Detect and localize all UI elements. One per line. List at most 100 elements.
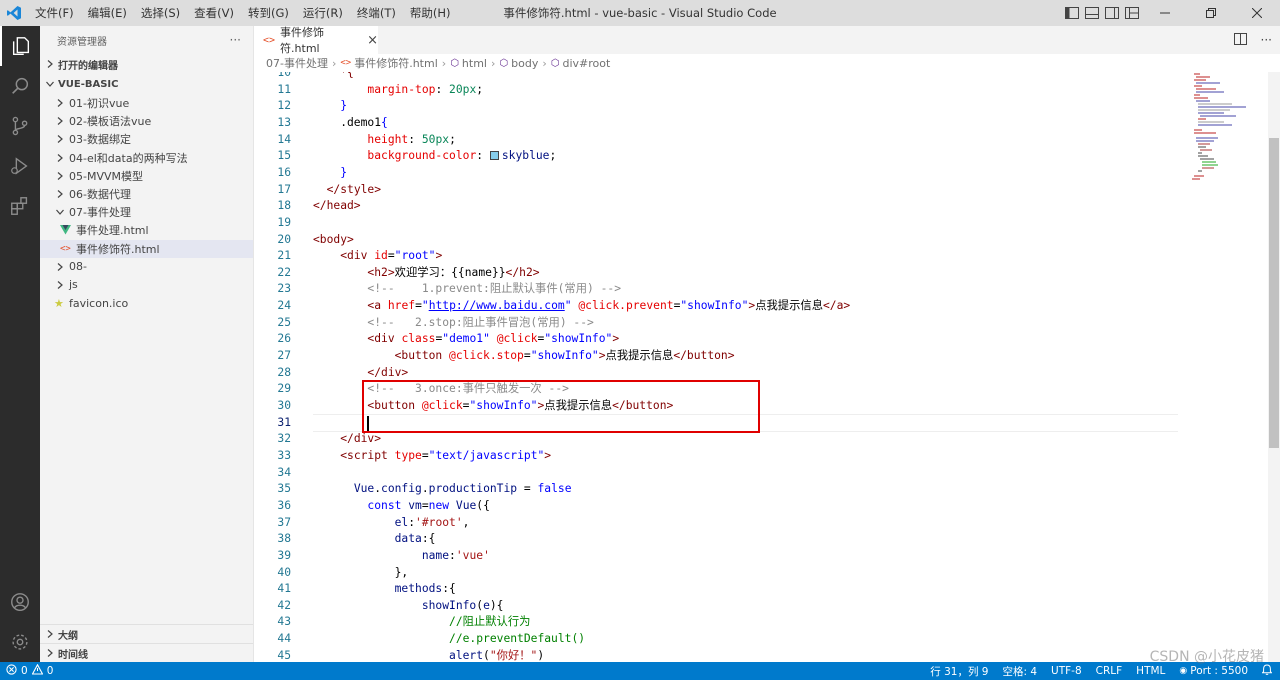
run-debug-icon[interactable] <box>0 146 40 186</box>
tree-item[interactable]: 02-模板语法vue <box>40 112 253 130</box>
tree-item[interactable]: 事件处理.html <box>40 221 253 239</box>
account-icon[interactable] <box>0 582 40 622</box>
menu-item[interactable]: 编辑(E) <box>81 0 134 26</box>
chevron-right-icon <box>44 649 56 657</box>
tree-item[interactable]: <> 事件修饰符.html <box>40 239 253 258</box>
code-text: <button @click.stop="showInfo">点我提示信息</b… <box>394 349 735 363</box>
tree-item[interactable]: 05-MVVM模型 <box>40 167 253 185</box>
live-server-port[interactable]: ◉ Port : 5500 <box>1179 665 1248 677</box>
menu-item[interactable]: 转到(G) <box>241 0 296 26</box>
vertical-scrollbar[interactable] <box>1268 72 1280 662</box>
language-mode[interactable]: HTML <box>1136 665 1165 677</box>
code-line: 32 </div> <box>254 431 1268 448</box>
source-control-icon[interactable] <box>0 106 40 146</box>
explorer-title: 资源管理器 <box>57 36 107 48</box>
close-window-button[interactable] <box>1234 0 1280 26</box>
breadcrumb-item[interactable]: 事件修饰符.html <box>354 55 438 71</box>
project-label: VUE-BASIC <box>58 78 119 90</box>
search-icon[interactable] <box>0 66 40 106</box>
menu-item[interactable]: 终端(T) <box>350 0 403 26</box>
menu-item[interactable]: 文件(F) <box>28 0 81 26</box>
restore-button[interactable] <box>1188 0 1234 26</box>
split-editor-icon[interactable] <box>1233 32 1247 48</box>
minimap[interactable] <box>1188 72 1268 662</box>
scrollbar-thumb[interactable] <box>1269 138 1279 448</box>
end-of-line[interactable]: CRLF <box>1096 665 1123 677</box>
breadcrumb-item[interactable]: 07-事件处理 <box>266 55 328 71</box>
toggle-panel-icon[interactable] <box>1082 0 1102 26</box>
line-number: 35 <box>277 482 291 496</box>
line-number: 41 <box>277 582 291 596</box>
menu-bar: 文件(F) 编辑(E) 选择(S) 查看(V) 转到(G) 运行(R) 终端(T) 帮助(H) <box>28 0 457 26</box>
tree-item[interactable]: 01-初识vue <box>40 94 253 112</box>
more-editor-actions-icon[interactable]: ··· <box>1261 33 1272 47</box>
notifications-icon[interactable] <box>1261 664 1273 678</box>
port-label: Port : 5500 <box>1190 665 1248 677</box>
chevron-right-icon <box>54 135 66 144</box>
breadcrumb-item[interactable]: html <box>462 57 487 70</box>
code-editor[interactable]: 10 *{11 margin-top: 20px; 12 } 13 .demo1{1… <box>254 72 1268 662</box>
line-number: 14 <box>277 132 291 146</box>
chevron-right-icon <box>54 99 66 108</box>
encoding[interactable]: UTF-8 <box>1051 665 1082 677</box>
code-text: name:'vue' <box>421 548 490 562</box>
outline-section[interactable]: 大纲 <box>40 624 253 643</box>
code-line: 31 <box>254 415 1268 432</box>
tree-item-label: 06-数据代理 <box>69 188 131 202</box>
line-number: 19 <box>277 215 291 229</box>
line-number: 17 <box>277 182 291 196</box>
files-icon[interactable] <box>0 26 40 66</box>
line-number: 37 <box>277 515 291 529</box>
menu-item[interactable]: 帮助(H) <box>403 0 458 26</box>
more-actions-icon[interactable]: ··· <box>230 33 241 47</box>
code-text: <!-- 3.once:事件只触发一次 --> <box>367 382 569 396</box>
menu-item[interactable]: 查看(V) <box>187 0 241 26</box>
tree-item-label: 02-模板语法vue <box>69 115 152 129</box>
tree-item[interactable]: ★ favicon.ico <box>40 294 253 312</box>
close-tab-icon[interactable]: × <box>367 33 378 48</box>
warning-icon <box>31 663 44 678</box>
chevron-right-icon <box>54 281 66 289</box>
code-text: //阻止默认行为 <box>449 615 531 629</box>
line-number: 32 <box>277 432 291 446</box>
open-editors-section[interactable]: 打开的编辑器 <box>40 54 253 74</box>
tree-item[interactable]: 04-el和data的两种写法 <box>40 149 253 167</box>
toggle-sidebar-icon[interactable] <box>1062 0 1082 26</box>
tree-item[interactable]: 08- <box>40 258 253 276</box>
cursor-position[interactable]: 行 31，列 9 <box>930 664 988 679</box>
chevron-right-icon <box>54 262 66 271</box>
minimize-button[interactable] <box>1142 0 1188 26</box>
menu-item[interactable]: 选择(S) <box>134 0 187 26</box>
menu-item[interactable]: 运行(R) <box>296 0 350 26</box>
line-number: 38 <box>277 532 291 546</box>
tree-item[interactable]: 06-数据代理 <box>40 185 253 203</box>
indentation[interactable]: 空格: 4 <box>1002 664 1037 679</box>
chevron-right-icon <box>44 60 56 68</box>
customize-layout-icon[interactable] <box>1122 0 1142 26</box>
timeline-section[interactable]: 时间线 <box>40 643 253 662</box>
line-number: 28 <box>277 365 291 379</box>
breadcrumb-item[interactable]: div#root <box>562 57 610 70</box>
editor-tab-bar: <> 事件修饰符.html × ··· <box>254 26 1280 55</box>
problems-indicator[interactable]: 0 0 <box>0 663 53 678</box>
tree-item[interactable]: 03-数据绑定 <box>40 130 253 148</box>
breadcrumb-item[interactable]: body <box>511 57 538 70</box>
open-editors-label: 打开的编辑器 <box>58 60 118 72</box>
code-text: }, <box>313 565 409 579</box>
line-number: 15 <box>277 149 291 163</box>
toggle-secondary-sidebar-icon[interactable] <box>1102 0 1122 26</box>
breadcrumb-separator-icon: › <box>441 56 447 70</box>
settings-gear-icon[interactable] <box>0 622 40 662</box>
tree-item[interactable]: js <box>40 276 253 294</box>
breadcrumb: 07-事件处理 › <> 事件修饰符.html › ⬡ html › ⬡ body › ⬡ div#ro… <box>254 54 1280 72</box>
code-line: 30 <button @click="showInfo">点我提示信息</but… <box>254 398 1268 415</box>
extensions-icon[interactable] <box>0 186 40 226</box>
line-number: 11 <box>277 82 291 96</box>
code-text: data:{ <box>394 532 436 546</box>
project-section[interactable]: VUE-BASIC <box>40 74 253 94</box>
tab-event-modifiers[interactable]: <> 事件修饰符.html × <box>254 26 378 55</box>
tree-item-label: 事件修饰符.html <box>76 242 160 256</box>
code-text: <script type="text/javascript"> <box>340 448 552 462</box>
tree-item[interactable]: 07-事件处理 <box>40 203 253 221</box>
line-number: 29 <box>277 382 291 396</box>
